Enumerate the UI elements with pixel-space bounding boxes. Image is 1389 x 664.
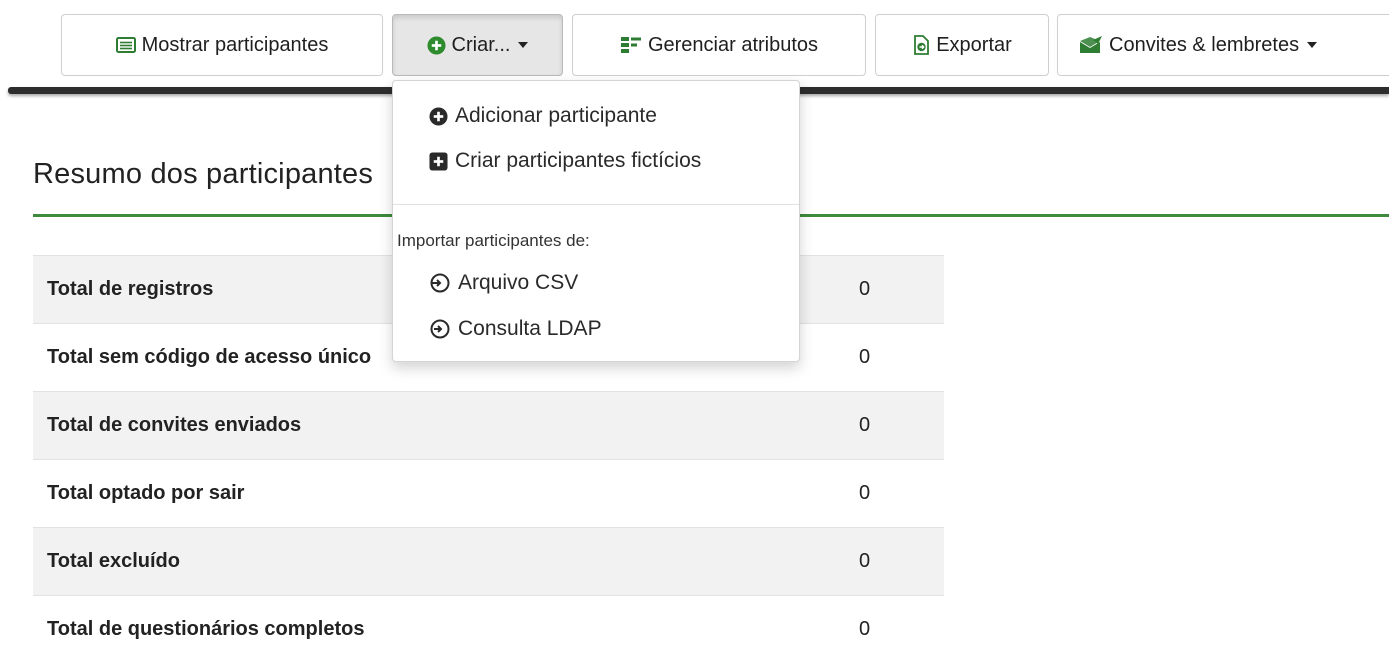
table-row: Total de questionários completos 0 <box>33 595 944 664</box>
envelope-icon <box>1079 36 1103 54</box>
chevron-down-icon <box>518 42 529 48</box>
csv-file-label: Arquivo CSV <box>458 271 579 294</box>
export-label: Exportar <box>936 33 1012 56</box>
create-dummy-label: Criar participantes fictícios <box>455 149 702 172</box>
ldap-query-label: Consulta LDAP <box>458 317 602 340</box>
table-row: Total excluído 0 <box>33 527 944 596</box>
create-label: Criar... <box>451 33 511 56</box>
export-icon <box>912 35 930 55</box>
export-button[interactable]: Exportar <box>875 14 1049 76</box>
attributes-icon <box>620 36 642 54</box>
plus-circle-icon <box>429 106 448 126</box>
manage-attributes-label: Gerenciar atributos <box>647 33 819 56</box>
row-label: Total excluído <box>33 527 859 596</box>
row-label: Total optado por sair <box>33 459 859 528</box>
invites-reminders-label: Convites & lembretes <box>1109 33 1300 56</box>
row-label: Total de convites enviados <box>33 391 859 460</box>
row-value: 0 <box>859 527 944 596</box>
import-icon <box>429 273 451 293</box>
plus-square-icon <box>429 151 448 171</box>
show-participants-button[interactable]: Mostrar participantes <box>61 14 383 76</box>
list-icon <box>115 37 136 53</box>
import-icon <box>429 319 451 339</box>
plus-circle-icon <box>427 35 446 55</box>
menu-item-add-participant[interactable]: Adicionar participante <box>429 98 657 134</box>
menu-divider <box>393 204 799 205</box>
page-title: Resumo dos participantes <box>33 158 374 190</box>
create-dropdown-button[interactable]: Criar... <box>392 14 563 76</box>
row-label: Total de questionários completos <box>33 595 859 664</box>
menu-item-csv-file[interactable]: Arquivo CSV <box>429 265 578 301</box>
menu-item-ldap-query[interactable]: Consulta LDAP <box>429 311 602 347</box>
manage-attributes-button[interactable]: Gerenciar atributos <box>572 14 866 76</box>
row-value: 0 <box>859 595 944 664</box>
row-value: 0 <box>859 391 944 460</box>
row-value: 0 <box>859 255 944 324</box>
invites-reminders-button[interactable]: Convites & lembretes <box>1057 14 1389 76</box>
menu-item-create-dummy[interactable]: Criar participantes fictícios <box>429 143 701 179</box>
row-value: 0 <box>859 459 944 528</box>
row-value: 0 <box>859 323 944 392</box>
import-header: Importar participantes de: <box>397 231 590 250</box>
add-participant-label: Adicionar participante <box>455 104 657 127</box>
show-participants-label: Mostrar participantes <box>141 33 329 56</box>
table-row: Total optado por sair 0 <box>33 459 944 528</box>
chevron-down-icon <box>1307 42 1318 48</box>
table-row: Total de convites enviados 0 <box>33 391 944 460</box>
create-dropdown-menu: Adicionar participante Criar participant… <box>392 80 800 362</box>
